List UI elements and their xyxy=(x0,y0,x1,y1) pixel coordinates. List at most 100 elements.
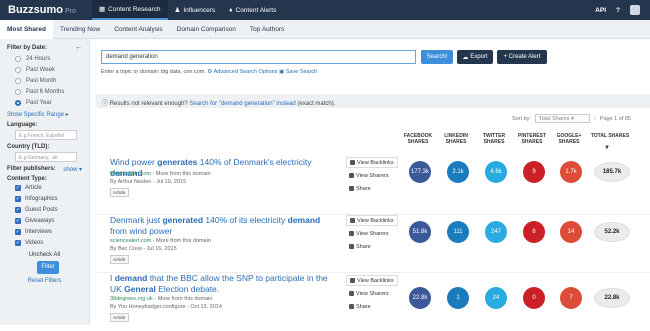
view-backlinks-button[interactable]: View Backlinks xyxy=(346,215,398,226)
view-backlinks-button[interactable]: View Backlinks xyxy=(346,275,398,286)
chevron-left-icon[interactable]: ‹ xyxy=(594,116,596,122)
reset-filters-link[interactable]: Reset Filters xyxy=(7,278,82,284)
col-total[interactable]: TOTAL SHARES xyxy=(590,133,630,139)
date-option-label: Past 6 Months xyxy=(26,88,65,95)
save-icon: ▣ xyxy=(279,69,285,75)
col-twitter[interactable]: TWITTER SHARES xyxy=(476,133,512,145)
col-google[interactable]: GOOGLE+ SHARES xyxy=(551,133,587,145)
view-sharers-button[interactable]: View Sharers xyxy=(346,289,398,300)
twitter-count: 24 xyxy=(485,287,507,309)
notice-text: Results not relevant enough? xyxy=(109,101,190,107)
more-from-domain[interactable]: - More from this domain xyxy=(151,238,211,244)
content-type-article[interactable]: ✓ Article xyxy=(15,182,82,193)
avatar[interactable] xyxy=(630,5,640,15)
col-linkedin[interactable]: LINKEDIN SHARES xyxy=(438,133,474,145)
domain-link[interactable]: sciencealert.com xyxy=(110,238,151,244)
checkbox-checked-icon: ✓ xyxy=(15,195,21,202)
search-input[interactable]: demand generation xyxy=(101,50,416,64)
view-sharers-button[interactable]: View Sharers xyxy=(346,229,398,240)
search-button[interactable]: Search! xyxy=(421,50,453,64)
help-link[interactable]: ? xyxy=(616,7,620,14)
tab-most-shared[interactable]: Most Shared xyxy=(0,19,54,40)
country-input[interactable]: E.g Germany, .de xyxy=(15,152,77,162)
content-type-label: Guest Posts xyxy=(25,206,58,213)
arrow-left-icon[interactable]: ← xyxy=(75,44,82,51)
filter-button[interactable]: Filter xyxy=(37,261,59,274)
share-icon xyxy=(349,186,354,192)
more-from-domain[interactable]: - More from this domain xyxy=(153,296,212,302)
date-option-past-6-months[interactable]: Past 6 Months xyxy=(15,86,82,97)
content-type-label: Infographics xyxy=(25,195,58,202)
action-label: View Backlinks xyxy=(357,160,394,166)
share-button[interactable]: Share xyxy=(346,302,398,313)
share-button[interactable]: Share xyxy=(346,184,398,195)
pinterest-count: 9 xyxy=(523,161,545,183)
google-count: 7 xyxy=(560,287,582,309)
result-byline: By Bec Crew - Jul 16, 2015 xyxy=(110,246,177,252)
export-label: Export xyxy=(470,54,488,60)
tab-trending-now[interactable]: Trending Now xyxy=(53,20,107,39)
date-option-label: 24 Hours xyxy=(26,55,51,62)
result-title[interactable]: Denmark just generated 140% of its elect… xyxy=(110,215,335,237)
col-pinterest[interactable]: PINTEREST SHARES xyxy=(514,133,550,145)
result-title[interactable]: I demand that the BBC allow the SNP to p… xyxy=(110,273,335,295)
sort-select[interactable]: Total Shares ▾ xyxy=(534,114,590,123)
twitter-count: 4.6k xyxy=(485,161,507,183)
tab-domain-comparison[interactable]: Domain Comparison xyxy=(170,20,243,39)
grid-icon: ▦ xyxy=(99,6,106,13)
view-backlinks-button[interactable]: View Backlinks xyxy=(346,157,398,168)
result-type-tag: Article xyxy=(110,313,129,322)
linkedin-count: 1 xyxy=(447,287,469,309)
content-type-interviews[interactable]: ✓ Interviews xyxy=(15,226,82,237)
filter-sidebar: Filter by Date: ← 24 Hours Past Week Pas… xyxy=(0,39,90,325)
date-option-past-year[interactable]: Past Year xyxy=(15,97,82,108)
exact-match-link[interactable]: Search for "demand generation" instead xyxy=(189,101,295,107)
link-icon xyxy=(350,278,355,284)
save-search-link[interactable]: Save Search xyxy=(286,69,318,75)
tab-content-analysis[interactable]: Content Analysis xyxy=(107,20,169,39)
show-specific-range-link[interactable]: Show Specific Range ▸ xyxy=(7,111,82,118)
domain-link[interactable]: 38degrees.org.uk xyxy=(110,296,153,302)
export-button[interactable]: ☁ Export xyxy=(457,50,493,64)
total-count: 185.7k xyxy=(594,162,630,182)
col-facebook[interactable]: FACEBOOK SHARES xyxy=(400,133,436,145)
result-row: Denmark just generated 140% of its elect… xyxy=(96,215,650,273)
top-nav: ▦ Content Research ♟ Influencers ♦ Conte… xyxy=(92,0,283,20)
create-alert-button[interactable]: + Create Alert xyxy=(497,50,547,64)
people-icon xyxy=(349,291,354,297)
uncheck-all-link[interactable]: Uncheck All xyxy=(7,252,82,258)
top-nav-label: Influencers xyxy=(183,6,216,14)
checkbox-checked-icon: ✓ xyxy=(15,217,21,224)
result-byline: By Arthur Neslen - Jul 10, 2015 xyxy=(110,179,187,185)
date-option-24-hours[interactable]: 24 Hours xyxy=(15,53,82,64)
date-option-label: Past Year xyxy=(26,99,52,106)
share-button[interactable]: Share xyxy=(346,242,398,253)
result-type-tag: Article xyxy=(110,188,129,197)
brand-name: Buzzsumo xyxy=(8,4,63,16)
content-type-videos[interactable]: ✓ Videos xyxy=(15,237,82,248)
language-input[interactable]: E.g French, Español xyxy=(15,130,77,140)
tab-top-authors[interactable]: Top Authors xyxy=(243,20,291,39)
more-from-domain[interactable]: - More from this domain xyxy=(151,171,211,177)
content-type-infographics[interactable]: ✓ Infographics xyxy=(15,193,82,204)
top-bar: Buzzsumo Pro ▦ Content Research ♟ Influe… xyxy=(0,0,650,20)
date-option-past-week[interactable]: Past Week xyxy=(15,64,82,75)
top-nav-content-research[interactable]: ▦ Content Research xyxy=(92,0,168,20)
google-count: 14 xyxy=(560,221,582,243)
publishers-show-link[interactable]: show ▾ xyxy=(63,166,82,173)
top-nav-influencers[interactable]: ♟ Influencers xyxy=(168,0,223,20)
result-domain: sciencealert.com - More from this domain xyxy=(110,238,211,244)
content-type-guest-posts[interactable]: ✓ Guest Posts xyxy=(15,204,82,215)
advanced-search-link[interactable]: Advanced Search Options xyxy=(214,69,278,75)
api-link[interactable]: API xyxy=(595,7,606,14)
content-type-giveaways[interactable]: ✓ Giveaways xyxy=(15,215,82,226)
domain-link[interactable]: theguardian.com xyxy=(110,171,151,177)
sort-desc-icon: ▼ xyxy=(604,145,610,151)
date-option-past-month[interactable]: Past Month xyxy=(15,75,82,86)
view-sharers-button[interactable]: View Sharers xyxy=(346,171,398,182)
logo[interactable]: Buzzsumo Pro xyxy=(0,0,92,20)
country-heading: Country (TLD): xyxy=(7,144,50,150)
people-icon xyxy=(349,173,354,179)
top-nav-content-alerts[interactable]: ♦ Content Alerts xyxy=(222,0,283,20)
radio-icon xyxy=(15,88,21,95)
